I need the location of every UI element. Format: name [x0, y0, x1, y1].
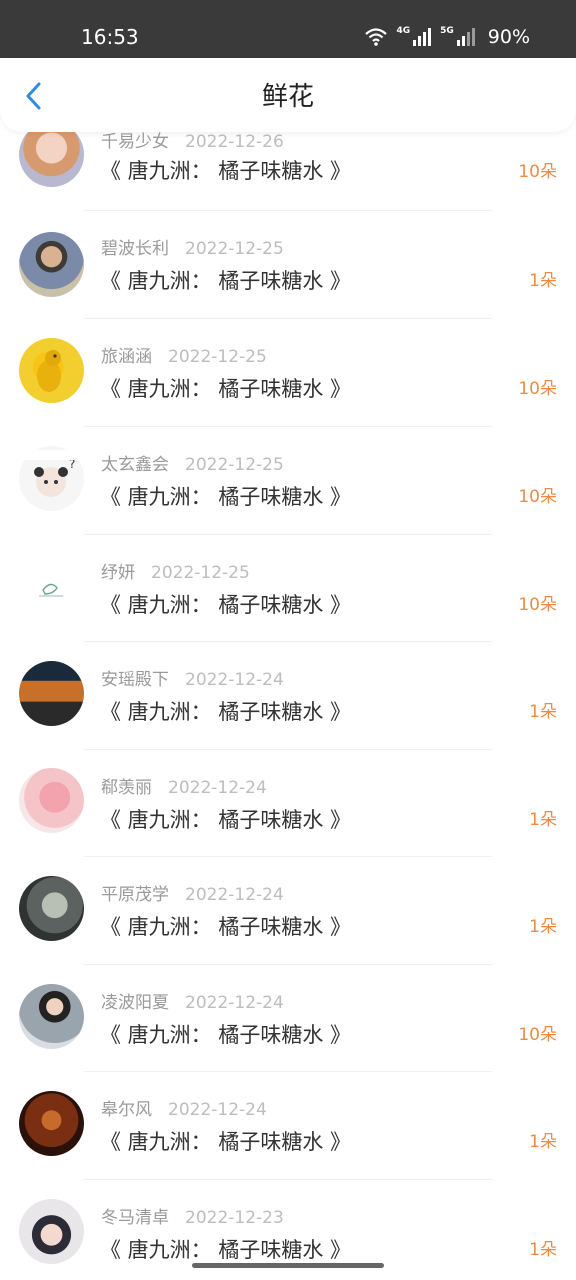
divider	[84, 210, 492, 211]
battery-level: 90%	[487, 26, 530, 48]
gift-count: 10朵	[518, 595, 557, 615]
list-item[interactable]: 纾妍 2022-12-25 《 唐九洲： 橘子味糖水 》 10朵	[0, 554, 576, 669]
gift-count: 10朵	[518, 162, 557, 182]
gift-date: 2022-12-24	[185, 993, 284, 1013]
list-item[interactable]: 安瑶殿下 2022-12-24 《 唐九洲： 橘子味糖水 》 1朵	[0, 661, 576, 776]
gift-count: 1朵	[529, 271, 557, 291]
gift-count: 10朵	[518, 1025, 557, 1045]
user-name[interactable]: 旅涵涵	[101, 346, 152, 368]
divider	[84, 534, 492, 535]
user-name[interactable]: 碧波长利	[101, 238, 169, 260]
work-title[interactable]: 《 唐九洲： 橘子味糖水 》	[100, 374, 351, 404]
status-icons: 4G 5G 90%	[364, 24, 530, 50]
gift-date: 2022-12-25	[185, 455, 284, 475]
avatar-woman-icon[interactable]	[19, 984, 84, 1049]
list-item[interactable]: 千易少女 2022-12-26 《 唐九洲： 橘子味糖水 》 10朵	[0, 122, 576, 238]
user-name[interactable]: 平原茂学	[101, 884, 169, 906]
list-item[interactable]: ? 太玄鑫会 2022-12-25 《 唐九洲： 橘子味糖水 》 10朵	[0, 446, 576, 561]
network-5g-label: 5G	[440, 26, 454, 36]
list-item[interactable]: 碧波长利 2022-12-25 《 唐九洲： 橘子味糖水 》 1朵	[0, 232, 576, 345]
gift-count: 1朵	[529, 917, 557, 937]
divider	[84, 426, 492, 427]
avatar-portrait-icon[interactable]	[19, 876, 84, 941]
avatar-dark-icon[interactable]	[19, 1091, 84, 1156]
work-title[interactable]: 《 唐九洲： 橘子味糖水 》	[100, 266, 351, 296]
wifi-icon	[365, 28, 388, 46]
avatar-boy-icon[interactable]	[19, 232, 84, 297]
user-name[interactable]: 凌波阳夏	[101, 992, 169, 1014]
divider	[84, 1179, 492, 1180]
gift-count: 1朵	[529, 1240, 557, 1260]
user-name[interactable]: 郗羡丽	[101, 777, 152, 799]
list-item[interactable]: 郗羡丽 2022-12-24 《 唐九洲： 橘子味糖水 》 1朵	[0, 768, 576, 884]
divider	[84, 964, 492, 965]
list-item[interactable]: 平原茂学 2022-12-24 《 唐九洲： 橘子味糖水 》 1朵	[0, 876, 576, 991]
work-title[interactable]: 《 唐九洲： 橘子味糖水 》	[100, 1020, 351, 1050]
status-bar: 16:53 4G 5G 90%	[0, 0, 576, 58]
gift-date: 2022-12-25	[151, 563, 250, 583]
network-4g-label: 4G	[396, 26, 411, 36]
gift-count: 10朵	[518, 487, 557, 507]
divider	[84, 856, 492, 857]
gift-date: 2022-12-26	[185, 132, 284, 152]
status-time: 16:53	[81, 25, 139, 49]
list-item[interactable]: 冬马清卓 2022-12-23 《 唐九洲： 橘子味糖水 》 1朵	[0, 1199, 576, 1280]
user-name[interactable]: 冬马清卓	[101, 1207, 169, 1229]
gift-date: 2022-12-23	[185, 1208, 284, 1228]
avatar-sketch-icon[interactable]	[19, 554, 84, 619]
gift-date: 2022-12-24	[185, 670, 284, 690]
nav-header: 鲜花	[0, 58, 576, 132]
work-title[interactable]: 《 唐九洲： 橘子味糖水 》	[100, 912, 351, 942]
gift-date: 2022-12-24	[168, 778, 267, 798]
work-title[interactable]: 《 唐九洲： 橘子味糖水 》	[100, 805, 351, 835]
work-title[interactable]: 《 唐九洲： 橘子味糖水 》	[100, 156, 351, 186]
gift-count: 1朵	[529, 1132, 557, 1152]
divider	[84, 641, 492, 642]
flower-gift-list[interactable]: 千易少女 2022-12-26 《 唐九洲： 橘子味糖水 》 10朵 碧波长利 …	[0, 0, 576, 1280]
user-name[interactable]: 皋尔风	[101, 1099, 152, 1121]
gift-count: 10朵	[518, 379, 557, 399]
avatar-cap-girl-icon[interactable]	[19, 1199, 84, 1264]
divider	[84, 318, 492, 319]
list-item[interactable]: 凌波阳夏 2022-12-24 《 唐九洲： 橘子味糖水 》 10朵	[0, 984, 576, 1099]
gift-date: 2022-12-24	[168, 1100, 267, 1120]
user-name[interactable]: 太玄鑫会	[101, 454, 169, 476]
divider	[84, 749, 492, 750]
work-title[interactable]: 《 唐九洲： 橘子味糖水 》	[100, 1235, 351, 1265]
signal-5g-icon	[456, 28, 475, 46]
list-item[interactable]: 旅涵涵 2022-12-25 《 唐九洲： 橘子味糖水 》 10朵	[0, 338, 576, 453]
avatar-car-icon[interactable]	[19, 661, 84, 726]
page-title: 鲜花	[261, 82, 314, 112]
gift-count: 1朵	[529, 810, 557, 830]
user-name[interactable]: 纾妍	[101, 562, 135, 584]
work-title[interactable]: 《 唐九洲： 橘子味糖水 》	[100, 482, 351, 512]
list-item[interactable]: 皋尔风 2022-12-24 《 唐九洲： 橘子味糖水 》 1朵	[0, 1091, 576, 1206]
user-name[interactable]: 安瑶殿下	[101, 669, 169, 691]
signal-4g-icon	[413, 28, 432, 46]
home-indicator[interactable]	[192, 1263, 384, 1268]
gift-count: 1朵	[529, 702, 557, 722]
work-title[interactable]: 《 唐九洲： 橘子味糖水 》	[100, 1127, 351, 1157]
work-title[interactable]: 《 唐九洲： 橘子味糖水 》	[100, 590, 351, 620]
gift-date: 2022-12-25	[185, 239, 284, 259]
gift-date: 2022-12-25	[168, 347, 267, 367]
divider	[84, 1071, 492, 1072]
work-title[interactable]: 《 唐九洲： 橘子味糖水 》	[100, 697, 351, 727]
avatar-balloon-icon[interactable]	[19, 768, 84, 833]
user-name[interactable]: 千易少女	[101, 131, 169, 153]
avatar-duck-icon[interactable]	[19, 338, 84, 403]
avatar-sticker-icon[interactable]: ?	[19, 446, 84, 511]
gift-date: 2022-12-24	[185, 885, 284, 905]
